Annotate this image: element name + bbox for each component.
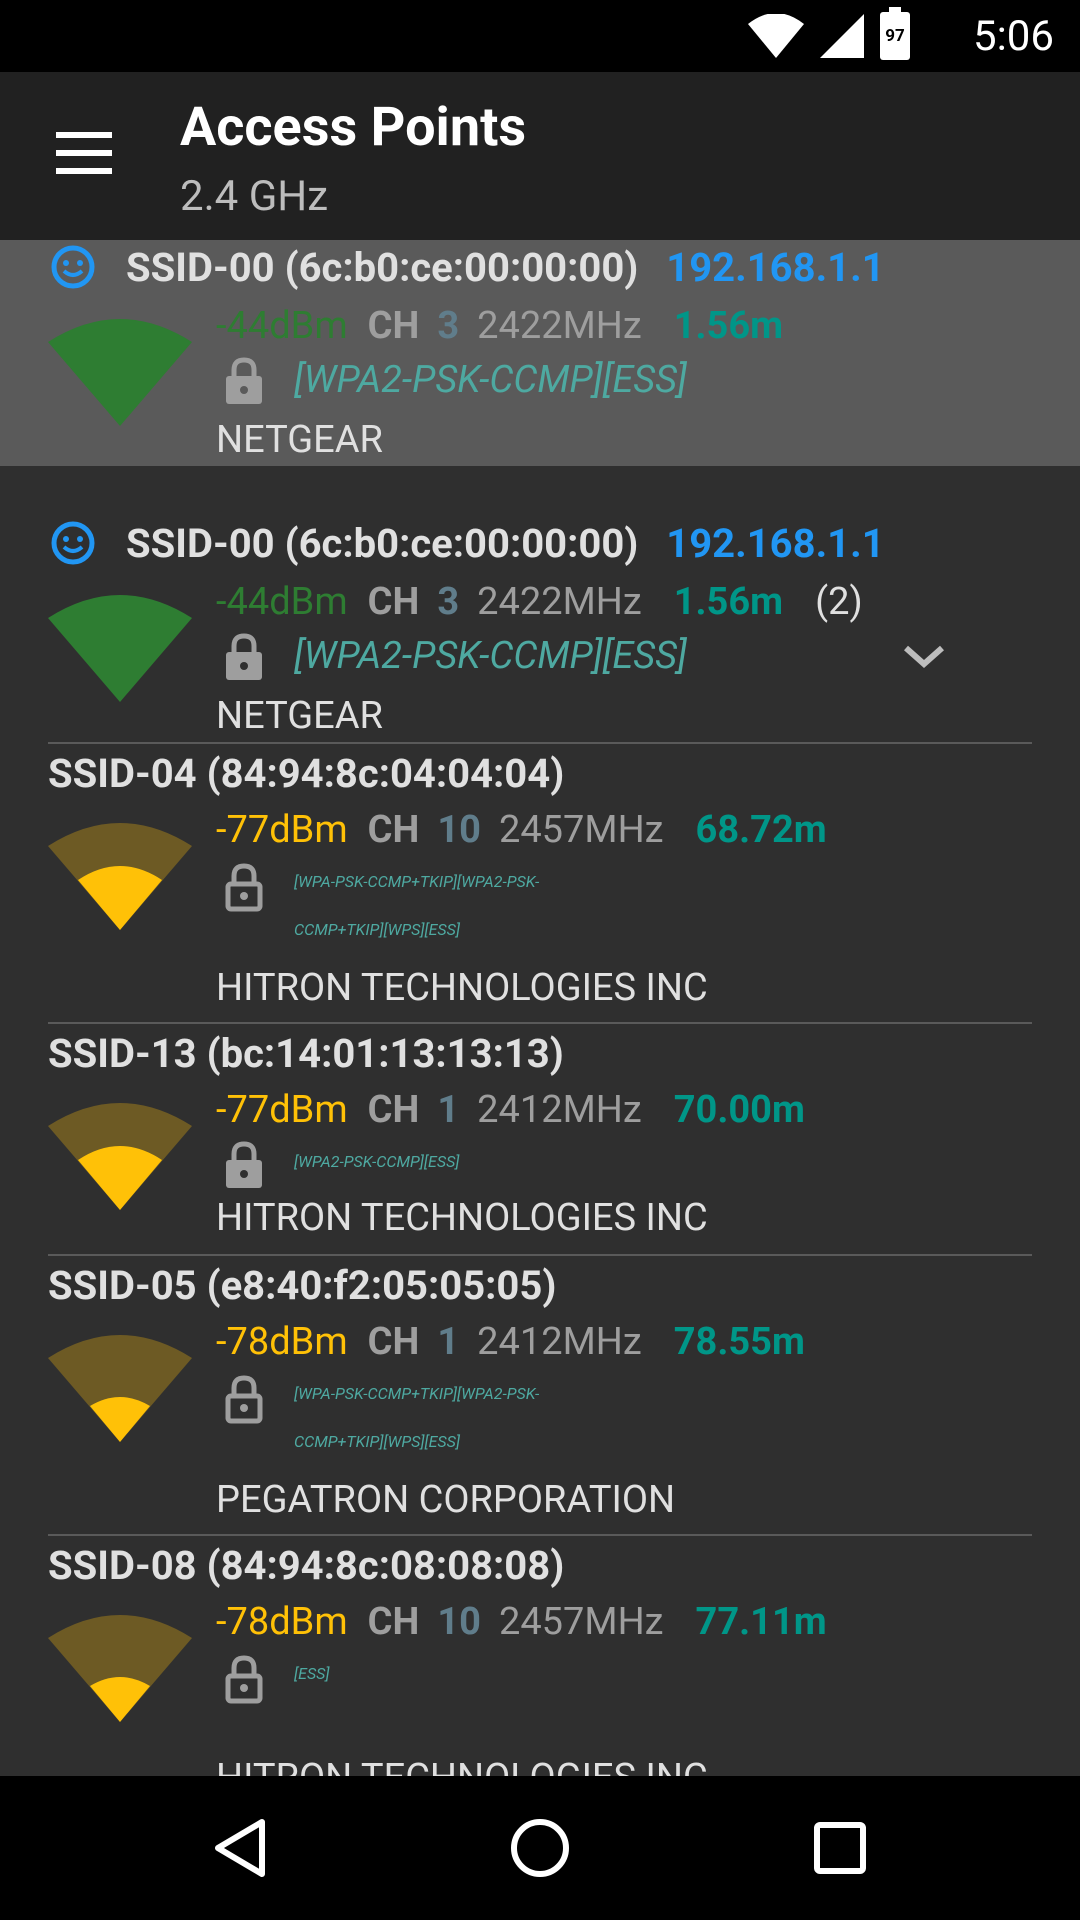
ap-capabilities: [WPA-PSK-CCMP+TKIP][WPA2-PSK- CCMP+TKIP]… — [294, 1384, 540, 1451]
ap-ip: 192.168.1.1 — [666, 244, 885, 291]
ap-title: SSID-00 (6c:b0:ce:00:00:00) 192.168.1.1 — [126, 244, 885, 291]
lock-icon — [225, 1375, 263, 1424]
wifi-signal-icon — [48, 1103, 192, 1210]
ap-title: SSID-05 (e8:40:f2:05:05:05) — [48, 1262, 557, 1309]
ap-title: SSID-08 (84:94:8c:08:08:08) — [48, 1542, 565, 1589]
ap-vendor: HITRON TECHNOLOGIES INC — [216, 1756, 708, 1776]
divider — [48, 1022, 1032, 1024]
clock: 5:06 — [973, 12, 1054, 61]
ap-signal-line: -44dBm CH 3 2422MHz 1.56m (2) — [216, 580, 863, 624]
ap-vendor: HITRON TECHNOLOGIES INC — [216, 966, 708, 1010]
wifi-signal-icon — [48, 319, 192, 426]
recents-icon — [814, 1822, 866, 1874]
ap-capabilities: [WPA-PSK-CCMP+TKIP][WPA2-PSK- CCMP+TKIP]… — [294, 872, 540, 939]
page-subtitle: 2.4 GHz — [180, 172, 329, 221]
lock-icon — [226, 357, 262, 404]
ap-vendor: HITRON TECHNOLOGIES INC — [216, 1196, 708, 1240]
ap-title: SSID-00 (6c:b0:ce:00:00:00) 192.168.1.1 — [126, 520, 885, 567]
ap-ip: 192.168.1.1 — [666, 520, 885, 567]
back-button[interactable] — [140, 1776, 340, 1920]
lock-icon — [226, 1141, 262, 1188]
wifi-signal-icon — [48, 595, 192, 702]
list-item[interactable]: SSID-05 (e8:40:f2:05:05:05) -78dBm CH 1 241… — [0, 1260, 1080, 1530]
wifi-status-icon — [748, 14, 804, 58]
status-bar: 97 5:06 — [0, 0, 1080, 72]
ap-title: SSID-13 (bc:14:01:13:13:13) — [48, 1030, 564, 1077]
smiley-icon — [51, 521, 95, 565]
ap-capabilities: [WPA2-PSK-CCMP][ESS] — [294, 634, 687, 678]
ap-count: (2) — [815, 580, 863, 624]
divider — [48, 1534, 1032, 1536]
back-icon — [215, 1819, 265, 1877]
list-item[interactable]: SSID-00 (6c:b0:ce:00:00:00) 192.168.1.1 … — [0, 516, 1080, 742]
ap-signal-line: -78dBm CH 10 2457MHz 77.11m — [216, 1600, 827, 1644]
cell-signal-icon — [820, 14, 864, 58]
menu-icon[interactable] — [56, 132, 112, 174]
wifi-signal-icon — [48, 823, 192, 930]
list-item[interactable]: SSID-13 (bc:14:01:13:13:13) -77dBm CH 1 241… — [0, 1028, 1080, 1250]
list-item[interactable]: SSID-00 (6c:b0:ce:00:00:00) 192.168.1.1 … — [0, 240, 1080, 466]
ap-signal-line: -77dBm CH 1 2412MHz 70.00m — [216, 1088, 805, 1132]
recents-button[interactable] — [740, 1776, 940, 1920]
divider — [48, 742, 1032, 744]
access-point-list[interactable]: SSID-00 (6c:b0:ce:00:00:00) 192.168.1.1 … — [0, 240, 1080, 1776]
battery-level: 97 — [885, 26, 905, 46]
wifi-signal-icon — [48, 1615, 192, 1722]
lock-icon — [225, 1655, 263, 1704]
chevron-down-icon[interactable] — [900, 642, 948, 670]
ap-signal-line: -44dBm CH 3 2422MHz 1.56m — [216, 304, 784, 348]
list-item[interactable]: SSID-08 (84:94:8c:08:08:08) -78dBm CH 10 24… — [0, 1540, 1080, 1776]
lock-icon — [225, 863, 263, 912]
smiley-icon — [51, 245, 95, 289]
navigation-bar — [0, 1776, 1080, 1920]
ap-vendor: NETGEAR — [216, 418, 383, 462]
ap-vendor: PEGATRON CORPORATION — [216, 1478, 676, 1522]
app-bar: Access Points 2.4 GHz — [0, 72, 1080, 240]
home-icon — [511, 1819, 569, 1877]
ap-capabilities: [ESS] — [294, 1664, 330, 1683]
ap-capabilities: [WPA2-PSK-CCMP][ESS] — [294, 1152, 460, 1171]
ap-title: SSID-04 (84:94:8c:04:04:04) — [48, 750, 565, 797]
ap-signal-line: -77dBm CH 10 2457MHz 68.72m — [216, 808, 827, 852]
divider — [48, 1254, 1032, 1256]
ap-capabilities: [WPA2-PSK-CCMP][ESS] — [294, 358, 687, 402]
list-item[interactable]: SSID-04 (84:94:8c:04:04:04) -77dBm CH 10 24… — [0, 748, 1080, 1018]
status-icons: 97 — [748, 7, 910, 60]
ap-signal-line: -78dBm CH 1 2412MHz 78.55m — [216, 1320, 805, 1364]
wifi-signal-icon — [48, 1335, 192, 1442]
lock-icon — [226, 633, 262, 680]
home-button[interactable] — [440, 1776, 640, 1920]
page-title: Access Points — [180, 96, 527, 159]
ap-vendor: NETGEAR — [216, 694, 383, 738]
battery-icon: 97 — [880, 7, 910, 60]
